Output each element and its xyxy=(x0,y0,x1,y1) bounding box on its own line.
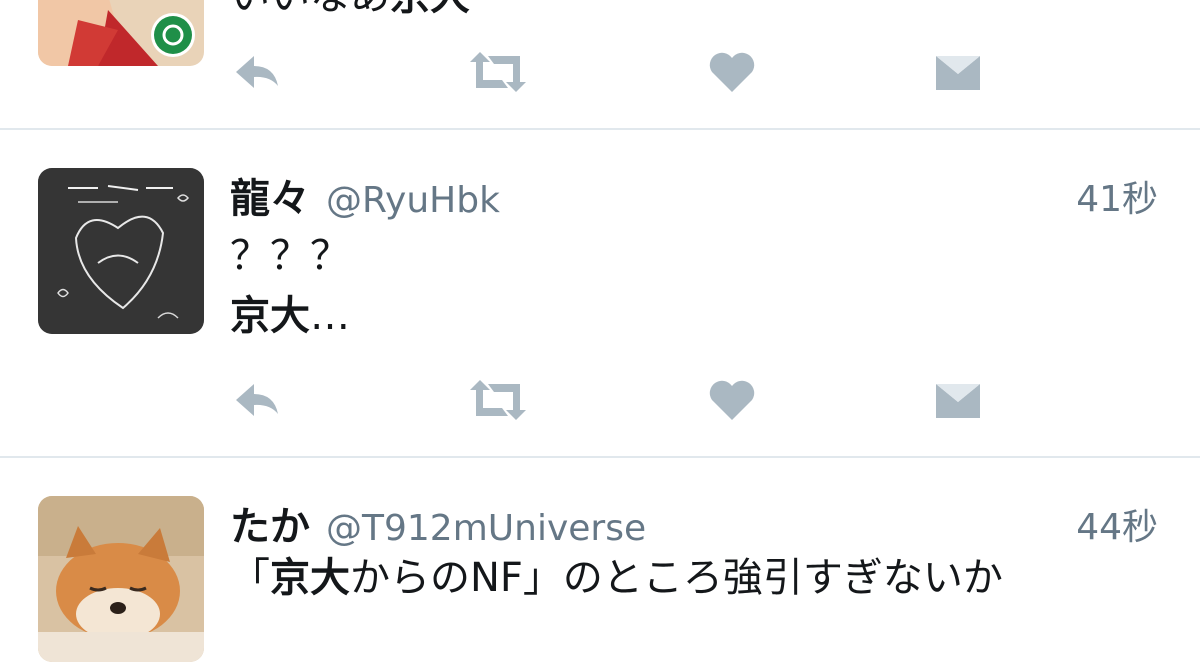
reply-icon xyxy=(236,56,278,88)
retweet-button[interactable] xyxy=(466,44,530,100)
tweet-item-3[interactable]: たか @T912mUniverse 44秒 「京大からのNF」のところ強引すぎない… xyxy=(0,458,1200,662)
tweet-time[interactable]: 41秒 xyxy=(1076,170,1158,222)
display-name[interactable]: 龍々 xyxy=(230,176,310,222)
tweet-text: いいなあ京大 xyxy=(230,0,470,26)
like-button[interactable] xyxy=(704,44,760,100)
avatar[interactable] xyxy=(38,0,204,66)
avatar[interactable] xyxy=(38,168,204,334)
tweet-text: 「京大からのNF」のところ強引すぎないか xyxy=(230,555,1003,601)
like-button[interactable] xyxy=(704,372,760,428)
tweet-text-line: ？？？ xyxy=(230,233,350,279)
user-handle[interactable]: @T912mUniverse xyxy=(326,508,646,549)
tweet-text: ？？？ 京大… xyxy=(230,226,350,346)
avatar[interactable] xyxy=(38,496,204,662)
direct-message-button[interactable] xyxy=(930,372,986,428)
user-handle[interactable]: @RyuHbk xyxy=(326,180,500,221)
reply-icon xyxy=(236,384,278,416)
tweet-text-line: 京大… xyxy=(230,293,350,339)
tweet-item-2[interactable]: 龍々 @RyuHbk 41秒 ？？？ 京大… xyxy=(0,130,1200,456)
tweet-actions xyxy=(230,44,990,100)
display-name[interactable]: たか xyxy=(230,504,310,550)
retweet-icon xyxy=(470,380,526,420)
direct-message-icon xyxy=(936,56,980,90)
tweet-item-1[interactable]: いいなあ京大 xyxy=(0,0,1200,128)
reply-button[interactable] xyxy=(230,372,286,428)
tweet-header: 龍々 @RyuHbk xyxy=(230,166,500,224)
tweet-actions xyxy=(230,372,990,428)
heart-icon xyxy=(709,52,755,92)
heart-icon xyxy=(709,380,755,420)
reply-button[interactable] xyxy=(230,44,286,100)
tweet-time[interactable]: 44秒 xyxy=(1076,498,1158,550)
retweet-icon xyxy=(470,52,526,92)
tweet-header: たか @T912mUniverse xyxy=(230,494,646,552)
retweet-button[interactable] xyxy=(466,372,530,428)
direct-message-button[interactable] xyxy=(930,44,986,100)
direct-message-icon xyxy=(936,384,980,418)
